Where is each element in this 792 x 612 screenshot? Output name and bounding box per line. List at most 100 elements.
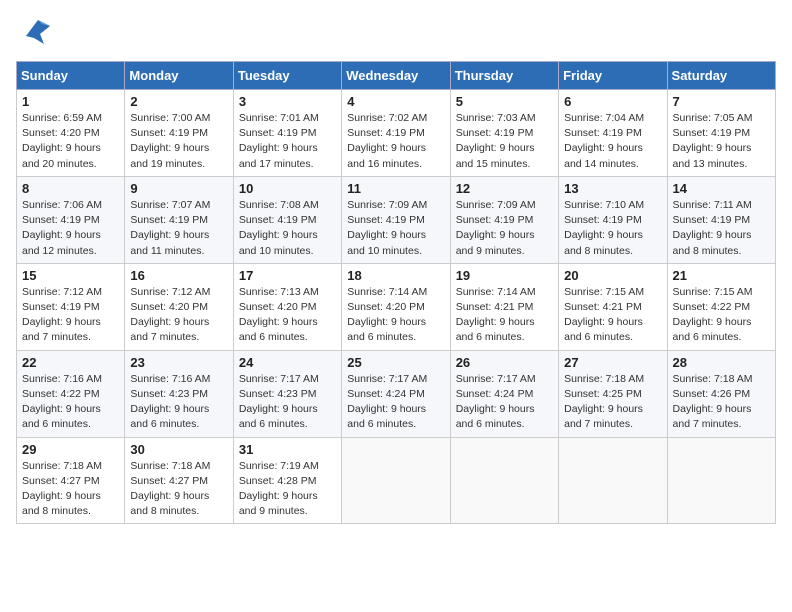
calendar-week-row: 1 Sunrise: 6:59 AM Sunset: 4:20 PM Daylig… — [17, 90, 776, 177]
day-number: 31 — [239, 442, 336, 457]
calendar-day-header: Saturday — [667, 62, 775, 90]
day-info: Sunrise: 7:12 AM Sunset: 4:20 PM Dayligh… — [130, 285, 227, 346]
calendar-cell: 27 Sunrise: 7:18 AM Sunset: 4:25 PM Dayli… — [559, 350, 667, 437]
day-number: 9 — [130, 181, 227, 196]
logo-bird-icon — [20, 16, 56, 51]
day-info: Sunrise: 7:17 AM Sunset: 4:24 PM Dayligh… — [456, 372, 553, 433]
calendar-cell: 29 Sunrise: 7:18 AM Sunset: 4:27 PM Dayli… — [17, 437, 125, 524]
calendar-cell: 20 Sunrise: 7:15 AM Sunset: 4:21 PM Dayli… — [559, 263, 667, 350]
calendar-cell — [559, 437, 667, 524]
calendar-cell: 3Sunrise: 7:01 AM Sunset: 4:19 PM Daylig… — [233, 90, 341, 177]
calendar-cell: 13 Sunrise: 7:10 AM Sunset: 4:19 PM Dayli… — [559, 176, 667, 263]
day-number: 7 — [673, 94, 770, 109]
calendar-cell — [667, 437, 775, 524]
calendar-day-header: Sunday — [17, 62, 125, 90]
day-number: 26 — [456, 355, 553, 370]
day-number: 10 — [239, 181, 336, 196]
day-info: Sunrise: 7:16 AM Sunset: 4:22 PM Dayligh… — [22, 372, 119, 433]
day-number: 5 — [456, 94, 553, 109]
calendar-week-row: 8 Sunrise: 7:06 AM Sunset: 4:19 PM Daylig… — [17, 176, 776, 263]
day-info: Sunrise: 7:02 AM Sunset: 4:19 PM Dayligh… — [347, 111, 444, 172]
day-info: Sunrise: 7:09 AM Sunset: 4:19 PM Dayligh… — [347, 198, 444, 259]
day-number: 11 — [347, 181, 444, 196]
calendar-table: SundayMondayTuesdayWednesdayThursdayFrid… — [16, 61, 776, 524]
day-number: 20 — [564, 268, 661, 283]
day-info: Sunrise: 7:18 AM Sunset: 4:27 PM Dayligh… — [22, 459, 119, 520]
day-number: 14 — [673, 181, 770, 196]
day-info: Sunrise: 7:09 AM Sunset: 4:19 PM Dayligh… — [456, 198, 553, 259]
day-info: Sunrise: 7:10 AM Sunset: 4:19 PM Dayligh… — [564, 198, 661, 259]
calendar-cell: 14 Sunrise: 7:11 AM Sunset: 4:19 PM Dayli… — [667, 176, 775, 263]
day-info: Sunrise: 7:19 AM Sunset: 4:28 PM Dayligh… — [239, 459, 336, 520]
calendar-cell: 4 Sunrise: 7:02 AM Sunset: 4:19 PM Daylig… — [342, 90, 450, 177]
day-number: 16 — [130, 268, 227, 283]
day-number: 17 — [239, 268, 336, 283]
calendar-cell: 31 Sunrise: 7:19 AM Sunset: 4:28 PM Dayli… — [233, 437, 341, 524]
calendar-cell: 26 Sunrise: 7:17 AM Sunset: 4:24 PM Dayli… — [450, 350, 558, 437]
calendar-day-header: Thursday — [450, 62, 558, 90]
calendar-cell: 30 Sunrise: 7:18 AM Sunset: 4:27 PM Dayli… — [125, 437, 233, 524]
day-info: Sunrise: 7:15 AM Sunset: 4:21 PM Dayligh… — [564, 285, 661, 346]
calendar-cell: 9 Sunrise: 7:07 AM Sunset: 4:19 PM Daylig… — [125, 176, 233, 263]
calendar-cell: 19Sunrise: 7:14 AM Sunset: 4:21 PM Dayli… — [450, 263, 558, 350]
day-info: Sunrise: 7:05 AM Sunset: 4:19 PM Dayligh… — [673, 111, 770, 172]
day-number: 19 — [456, 268, 553, 283]
day-number: 29 — [22, 442, 119, 457]
day-info: Sunrise: 7:15 AM Sunset: 4:22 PM Dayligh… — [673, 285, 770, 346]
day-number: 8 — [22, 181, 119, 196]
calendar-cell: 6Sunrise: 7:04 AM Sunset: 4:19 PM Daylig… — [559, 90, 667, 177]
day-info: Sunrise: 7:18 AM Sunset: 4:25 PM Dayligh… — [564, 372, 661, 433]
day-info: Sunrise: 7:18 AM Sunset: 4:27 PM Dayligh… — [130, 459, 227, 520]
day-info: Sunrise: 7:14 AM Sunset: 4:20 PM Dayligh… — [347, 285, 444, 346]
day-number: 2 — [130, 94, 227, 109]
calendar-cell: 22 Sunrise: 7:16 AM Sunset: 4:22 PM Dayli… — [17, 350, 125, 437]
day-number: 1 — [22, 94, 119, 109]
day-number: 23 — [130, 355, 227, 370]
calendar-cell: 28Sunrise: 7:18 AM Sunset: 4:26 PM Dayli… — [667, 350, 775, 437]
day-info: Sunrise: 7:06 AM Sunset: 4:19 PM Dayligh… — [22, 198, 119, 259]
calendar-cell: 23 Sunrise: 7:16 AM Sunset: 4:23 PM Dayli… — [125, 350, 233, 437]
day-number: 25 — [347, 355, 444, 370]
day-number: 28 — [673, 355, 770, 370]
calendar-header-row: SundayMondayTuesdayWednesdayThursdayFrid… — [17, 62, 776, 90]
day-info: Sunrise: 7:17 AM Sunset: 4:24 PM Dayligh… — [347, 372, 444, 433]
day-info: Sunrise: 6:59 AM Sunset: 4:20 PM Dayligh… — [22, 111, 119, 172]
calendar-cell: 7 Sunrise: 7:05 AM Sunset: 4:19 PM Daylig… — [667, 90, 775, 177]
day-number: 27 — [564, 355, 661, 370]
calendar-week-row: 29 Sunrise: 7:18 AM Sunset: 4:27 PM Dayli… — [17, 437, 776, 524]
calendar-cell: 21 Sunrise: 7:15 AM Sunset: 4:22 PM Dayli… — [667, 263, 775, 350]
calendar-week-row: 22 Sunrise: 7:16 AM Sunset: 4:22 PM Dayli… — [17, 350, 776, 437]
calendar-day-header: Friday — [559, 62, 667, 90]
calendar-cell: 12 Sunrise: 7:09 AM Sunset: 4:19 PM Dayli… — [450, 176, 558, 263]
day-info: Sunrise: 7:13 AM Sunset: 4:20 PM Dayligh… — [239, 285, 336, 346]
day-info: Sunrise: 7:03 AM Sunset: 4:19 PM Dayligh… — [456, 111, 553, 172]
calendar-cell: 16 Sunrise: 7:12 AM Sunset: 4:20 PM Dayli… — [125, 263, 233, 350]
day-number: 13 — [564, 181, 661, 196]
calendar-day-header: Wednesday — [342, 62, 450, 90]
calendar-week-row: 15Sunrise: 7:12 AM Sunset: 4:19 PM Dayli… — [17, 263, 776, 350]
calendar-cell: 25 Sunrise: 7:17 AM Sunset: 4:24 PM Dayli… — [342, 350, 450, 437]
day-number: 18 — [347, 268, 444, 283]
page-header — [16, 16, 776, 51]
logo — [16, 16, 56, 51]
day-number: 12 — [456, 181, 553, 196]
day-info: Sunrise: 7:17 AM Sunset: 4:23 PM Dayligh… — [239, 372, 336, 433]
day-info: Sunrise: 7:00 AM Sunset: 4:19 PM Dayligh… — [130, 111, 227, 172]
day-number: 15 — [22, 268, 119, 283]
day-number: 30 — [130, 442, 227, 457]
calendar-cell: 18 Sunrise: 7:14 AM Sunset: 4:20 PM Dayli… — [342, 263, 450, 350]
calendar-cell: 10 Sunrise: 7:08 AM Sunset: 4:19 PM Dayli… — [233, 176, 341, 263]
day-number: 22 — [22, 355, 119, 370]
day-number: 24 — [239, 355, 336, 370]
calendar-cell: 2 Sunrise: 7:00 AM Sunset: 4:19 PM Daylig… — [125, 90, 233, 177]
calendar-cell: 11 Sunrise: 7:09 AM Sunset: 4:19 PM Dayli… — [342, 176, 450, 263]
day-info: Sunrise: 7:08 AM Sunset: 4:19 PM Dayligh… — [239, 198, 336, 259]
day-number: 21 — [673, 268, 770, 283]
day-number: 4 — [347, 94, 444, 109]
calendar-day-header: Monday — [125, 62, 233, 90]
day-info: Sunrise: 7:11 AM Sunset: 4:19 PM Dayligh… — [673, 198, 770, 259]
day-info: Sunrise: 7:16 AM Sunset: 4:23 PM Dayligh… — [130, 372, 227, 433]
calendar-cell — [450, 437, 558, 524]
day-info: Sunrise: 7:07 AM Sunset: 4:19 PM Dayligh… — [130, 198, 227, 259]
calendar-day-header: Tuesday — [233, 62, 341, 90]
